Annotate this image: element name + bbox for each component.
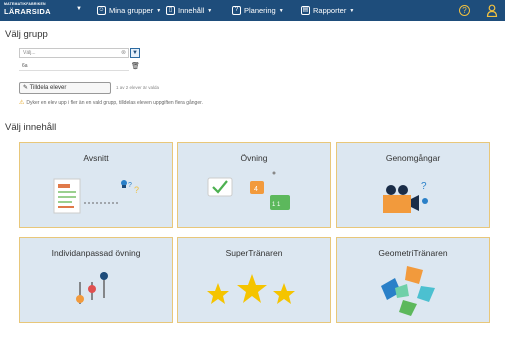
content-card-individanpassad-ovning[interactable]: Individanpassad övning xyxy=(19,237,173,323)
svg-text:?: ? xyxy=(421,181,427,192)
question-icon: ? xyxy=(232,6,241,15)
chevron-down-icon: ▼ xyxy=(207,7,213,14)
warning-icon: ⚠ xyxy=(19,100,25,106)
nav-planering[interactable]: ? Planering ▼ xyxy=(232,4,284,17)
assign-students-button[interactable]: ✎ Tilldela elever xyxy=(19,82,111,94)
svg-text:?: ? xyxy=(134,185,139,195)
content-section-title: Välj innehåll xyxy=(5,122,57,133)
svg-text:4: 4 xyxy=(254,186,258,193)
brand-caret-icon[interactable]: ▼ xyxy=(76,6,82,12)
group-select-placeholder: Välj... xyxy=(23,50,36,56)
content-card-geometritranaren[interactable]: GeometriTränaren xyxy=(336,237,490,323)
assigned-count-text: 1 av 2 elever är valda xyxy=(116,85,160,90)
group-select-dropdown-button[interactable]: ▼ xyxy=(130,48,140,58)
chevron-down-icon: ▼ xyxy=(349,7,355,14)
chevron-down-icon: ▼ xyxy=(156,7,162,14)
duplicate-warning: ⚠ Dyker en elev upp i fler än en vald gru… xyxy=(19,99,203,106)
chart-icon: ▤ xyxy=(301,6,310,15)
content-card-avsnitt[interactable]: Avsnitt ? ? xyxy=(19,142,173,228)
puzzle-icon xyxy=(381,266,435,316)
chat-icon: 4 1 1 xyxy=(207,171,290,210)
nav-innehall[interactable]: ▯ Innehåll ▼ xyxy=(166,4,212,17)
nav-planering-label: Planering xyxy=(244,6,276,15)
camera-icon: ? xyxy=(383,181,428,213)
stars-icon xyxy=(207,274,295,304)
sliders-icon xyxy=(76,272,108,304)
brand-subtitle: MATEMATIKFABRIKEN xyxy=(4,2,46,6)
user-icon[interactable] xyxy=(486,4,498,17)
content-card-supertranaren[interactable]: SuperTränaren xyxy=(177,237,331,323)
group-select-input[interactable]: Välj... ⊗ xyxy=(19,48,129,58)
nav-mina-grupper-label: Mina grupper xyxy=(109,6,154,15)
content-card-genomgangar[interactable]: Genomgångar ? xyxy=(336,142,490,228)
brand-title: LÄRARSIDA xyxy=(4,6,51,16)
nav-mina-grupper[interactable]: ☺ Mina grupper ▼ xyxy=(97,4,161,17)
top-navbar: MATEMATIKFABRIKEN LÄRARSIDA ▼ ☺ Mina gru… xyxy=(0,0,505,21)
svg-text:?: ? xyxy=(128,182,132,189)
people-icon: ☺ xyxy=(97,6,106,15)
brand-logo[interactable]: MATEMATIKFABRIKEN LÄRARSIDA xyxy=(4,2,51,16)
assign-students-label: Tilldela elever xyxy=(29,85,67,91)
svg-text:1 1: 1 1 xyxy=(272,202,281,208)
book-icon: ▯ xyxy=(166,6,175,15)
clear-icon[interactable]: ⊗ xyxy=(121,49,126,57)
group-section-title: Välj grupp xyxy=(5,29,48,40)
chevron-down-icon: ▼ xyxy=(278,7,284,14)
trash-icon[interactable]: 🗑 xyxy=(131,62,140,70)
duplicate-warning-text: Dyker en elev upp i fler än en vald grup… xyxy=(26,100,203,106)
help-icon[interactable]: ? xyxy=(459,5,470,16)
content-card-ovning[interactable]: Övning 4 1 1 xyxy=(177,142,331,228)
nav-rapporter-label: Rapporter xyxy=(313,6,347,15)
selected-group-row: 6a xyxy=(19,62,129,71)
nav-innehall-label: Innehåll xyxy=(178,6,205,15)
nav-rapporter[interactable]: ▤ Rapporter ▼ xyxy=(301,4,354,17)
document-icon: ? ? xyxy=(53,178,139,214)
pencil-icon: ✎ xyxy=(23,85,29,91)
